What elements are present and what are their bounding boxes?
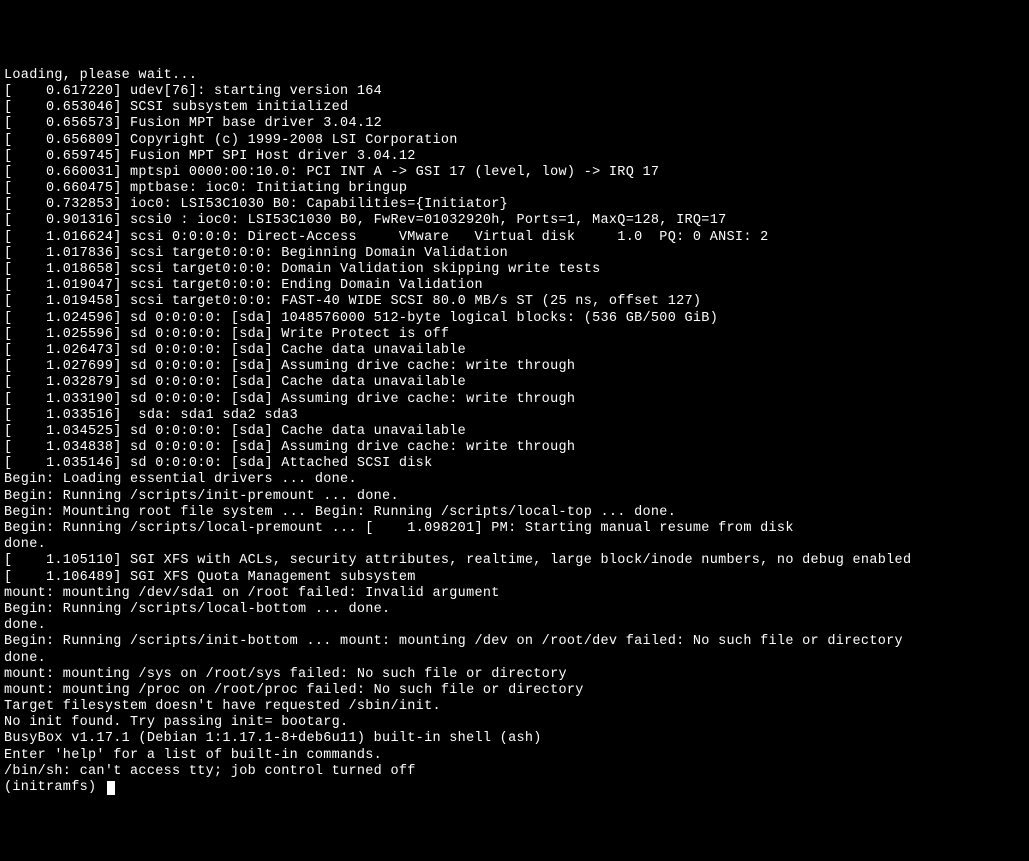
boot-script-line: Begin: Mounting root file system ... Beg…	[4, 505, 1025, 521]
kernel-log-line: [ 0.617220] udev[76]: starting version 1…	[4, 84, 1025, 100]
boot-script-line: [ 1.106489] SGI XFS Quota Management sub…	[4, 570, 1025, 586]
kernel-log-line: [ 1.026473] sd 0:0:0:0: [sda] Cache data…	[4, 343, 1025, 359]
kernel-log-line: [ 0.732853] ioc0: LSI53C1030 B0: Capabil…	[4, 197, 1025, 213]
boot-script-line: Begin: Running /scripts/init-bottom ... …	[4, 634, 1025, 650]
kernel-log-line: [ 1.033190] sd 0:0:0:0: [sda] Assuming d…	[4, 392, 1025, 408]
boot-script-line: No init found. Try passing init= bootarg…	[4, 715, 1025, 731]
kernel-log-line: [ 1.027699] sd 0:0:0:0: [sda] Assuming d…	[4, 359, 1025, 375]
kernel-log-line: [ 0.901316] scsi0 : ioc0: LSI53C1030 B0,…	[4, 213, 1025, 229]
boot-script-line: done.	[4, 618, 1025, 634]
kernel-log-line: [ 1.034525] sd 0:0:0:0: [sda] Cache data…	[4, 424, 1025, 440]
boot-script-line: mount: mounting /sys on /root/sys failed…	[4, 667, 1025, 683]
kernel-log-line: [ 1.032879] sd 0:0:0:0: [sda] Cache data…	[4, 375, 1025, 391]
boot-script-line: mount: mounting /dev/sda1 on /root faile…	[4, 586, 1025, 602]
terminal-output: Loading, please wait...[ 0.617220] udev[…	[4, 68, 1025, 780]
kernel-log-line: [ 0.656573] Fusion MPT base driver 3.04.…	[4, 116, 1025, 132]
kernel-log-line: [ 1.019047] scsi target0:0:0: Ending Dom…	[4, 278, 1025, 294]
kernel-log-line: [ 0.659745] Fusion MPT SPI Host driver 3…	[4, 149, 1025, 165]
kernel-log-line: [ 0.653046] SCSI subsystem initialized	[4, 100, 1025, 116]
kernel-log-line: [ 1.024596] sd 0:0:0:0: [sda] 1048576000…	[4, 311, 1025, 327]
boot-script-line: done.	[4, 537, 1025, 553]
kernel-log-line: [ 1.034838] sd 0:0:0:0: [sda] Assuming d…	[4, 440, 1025, 456]
boot-script-line: done.	[4, 651, 1025, 667]
kernel-log-line: [ 0.656809] Copyright (c) 1999-2008 LSI …	[4, 133, 1025, 149]
kernel-log-line: [ 1.017836] scsi target0:0:0: Beginning …	[4, 246, 1025, 262]
loading-header: Loading, please wait...	[4, 68, 1025, 84]
boot-script-line: Enter 'help' for a list of built-in comm…	[4, 748, 1025, 764]
boot-script-line: Begin: Loading essential drivers ... don…	[4, 472, 1025, 488]
kernel-log-line: [ 0.660475] mptbase: ioc0: Initiating br…	[4, 181, 1025, 197]
boot-script-line: Target filesystem doesn't have requested…	[4, 699, 1025, 715]
cursor-icon	[107, 781, 115, 795]
boot-script-line: mount: mounting /proc on /root/proc fail…	[4, 683, 1025, 699]
boot-script-line: /bin/sh: can't access tty; job control t…	[4, 764, 1025, 780]
kernel-log-line: [ 1.033516] sda: sda1 sda2 sda3	[4, 408, 1025, 424]
kernel-log-line: [ 1.035146] sd 0:0:0:0: [sda] Attached S…	[4, 456, 1025, 472]
boot-script-line: Begin: Running /scripts/local-premount .…	[4, 521, 1025, 537]
kernel-log-line: [ 1.025596] sd 0:0:0:0: [sda] Write Prot…	[4, 327, 1025, 343]
kernel-log-line: [ 0.660031] mptspi 0000:00:10.0: PCI INT…	[4, 165, 1025, 181]
boot-script-line: [ 1.105110] SGI XFS with ACLs, security …	[4, 553, 1025, 569]
boot-script-line: Begin: Running /scripts/local-bottom ...…	[4, 602, 1025, 618]
shell-prompt[interactable]: (initramfs)	[4, 780, 105, 795]
boot-script-line: Begin: Running /scripts/init-premount ..…	[4, 489, 1025, 505]
kernel-log-line: [ 1.019458] scsi target0:0:0: FAST-40 WI…	[4, 294, 1025, 310]
kernel-log-line: [ 1.018658] scsi target0:0:0: Domain Val…	[4, 262, 1025, 278]
kernel-log-line: [ 1.016624] scsi 0:0:0:0: Direct-Access …	[4, 230, 1025, 246]
boot-script-line: BusyBox v1.17.1 (Debian 1:1.17.1-8+deb6u…	[4, 731, 1025, 747]
